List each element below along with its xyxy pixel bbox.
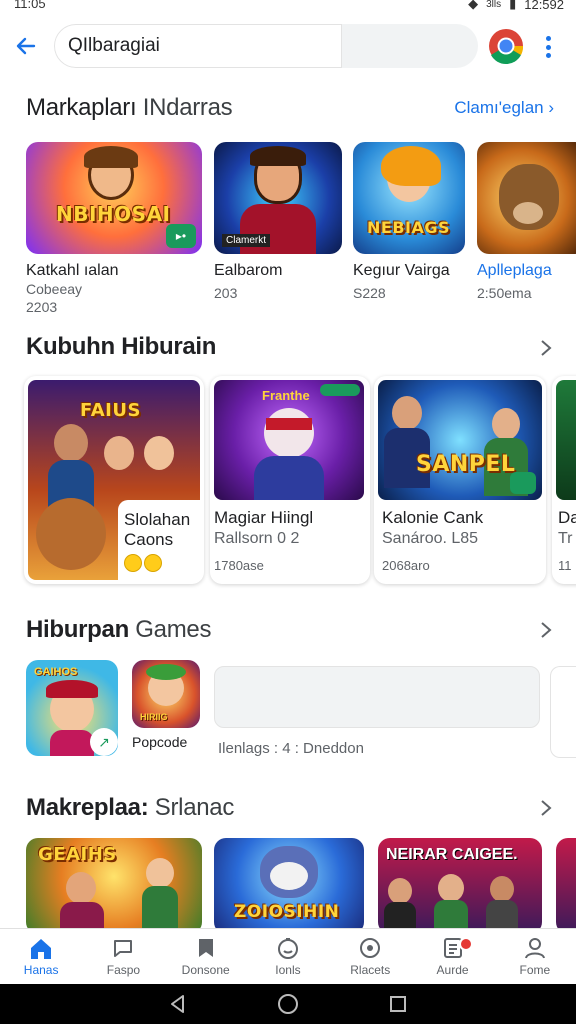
bottom-navigation: Hanas Faspo Donsone Ionls Rlacets Aurde … (0, 928, 576, 984)
play-badge-icon: ▸• (166, 224, 196, 248)
status-time: 11:05 (14, 0, 46, 11)
app-tile-2[interactable]: Clamerkt Ealbarom 203 (214, 142, 342, 302)
nav-item-bookmark[interactable]: Donsone (165, 929, 247, 984)
game-card-3[interactable]: SANPEL Kalonie Cank Sanároo. L85 2068aro (374, 376, 546, 584)
status-clock: 12:592 (524, 0, 564, 12)
back-button[interactable] (10, 30, 42, 62)
chevron-right-icon[interactable] (538, 798, 554, 818)
banner-caption: Ilenlags : 4 : Dneddon (218, 740, 364, 757)
chat-icon (114, 940, 133, 957)
banner-tile-2[interactable]: ZOIOSIHIN (214, 838, 364, 934)
wifi-icon: ◆ (468, 0, 479, 11)
coin-icon (124, 554, 142, 572)
battery-icon: ▮ (509, 0, 517, 11)
top-bar (0, 20, 576, 74)
home-icon (31, 939, 52, 959)
section-title-3: Hiburpan Games (26, 616, 212, 643)
signal-label: 3lls (486, 0, 502, 10)
search-box[interactable] (54, 24, 478, 68)
bookmark-icon (198, 939, 213, 957)
app-tile-3[interactable]: NEBIAGS Kegıur Vairga S228 (353, 142, 465, 302)
badge-icon (360, 938, 381, 958)
nav-item-chat[interactable]: Faspo (82, 929, 164, 984)
profile-icon (524, 938, 545, 959)
nav-item-profile[interactable]: Fome (494, 929, 576, 984)
system-back-icon[interactable] (168, 994, 188, 1014)
arrow-left-icon (16, 37, 36, 55)
app-tile-art: NBIHOSAI ▸• (26, 142, 202, 254)
search-input[interactable] (68, 24, 338, 68)
coin-icon (144, 554, 162, 572)
more-options-icon[interactable] (538, 32, 558, 62)
download-icon: ↗ (90, 728, 118, 756)
banner-tile-1[interactable]: GEAIHS (26, 838, 202, 934)
system-home-icon[interactable] (277, 993, 299, 1015)
section-title-4: Makreplaa: Srlanac (26, 794, 235, 821)
banner-tile-3[interactable]: NEIRAR CAIGEE. (378, 838, 542, 934)
game-card-2[interactable]: Franthe Magiar Hiingl Rallsorn 0 2 1780a… (210, 376, 370, 584)
app-tile-1[interactable]: NBIHOSAI ▸• Katkahl ıalan Cobeeay 2203 (26, 142, 202, 316)
game-card-1[interactable]: FAIUS Slolahan Caons (24, 376, 204, 584)
system-recents-icon[interactable] (388, 994, 408, 1014)
app-tile-4[interactable]: Aplleplaga 2:50ema (477, 142, 576, 302)
nav-item-notes[interactable]: Aurde (411, 929, 493, 984)
notification-badge (458, 937, 473, 951)
chevron-right-icon[interactable] (538, 620, 554, 640)
nav-item-face[interactable]: Ionls (247, 929, 329, 984)
status-bar: 11:05 ◆ 3lls ▮ 12:592 (0, 0, 576, 14)
section-link-1[interactable]: Clamı'eglan › (454, 98, 554, 118)
face-icon (277, 938, 298, 959)
banner-tile-4[interactable] (556, 838, 576, 934)
nav-item-home[interactable]: Hanas (0, 929, 82, 984)
game-icon-tile-1[interactable]: GAIHOS ↗ (26, 660, 118, 756)
section-title-2: Kubuhn Hiburain (26, 333, 217, 360)
game-icon-tile-2[interactable]: HIRIIG Popcode (132, 660, 200, 750)
chevron-right-icon[interactable] (538, 338, 554, 358)
section-title-1: Markapları INdarras (26, 94, 233, 121)
nav-item-badge[interactable]: Rlacets (329, 929, 411, 984)
banner-placeholder[interactable] (214, 666, 540, 728)
system-navigation-bar (0, 984, 576, 1024)
game-card-4[interactable]: Da Tr 11 (552, 376, 576, 584)
chrome-icon[interactable] (488, 28, 524, 64)
